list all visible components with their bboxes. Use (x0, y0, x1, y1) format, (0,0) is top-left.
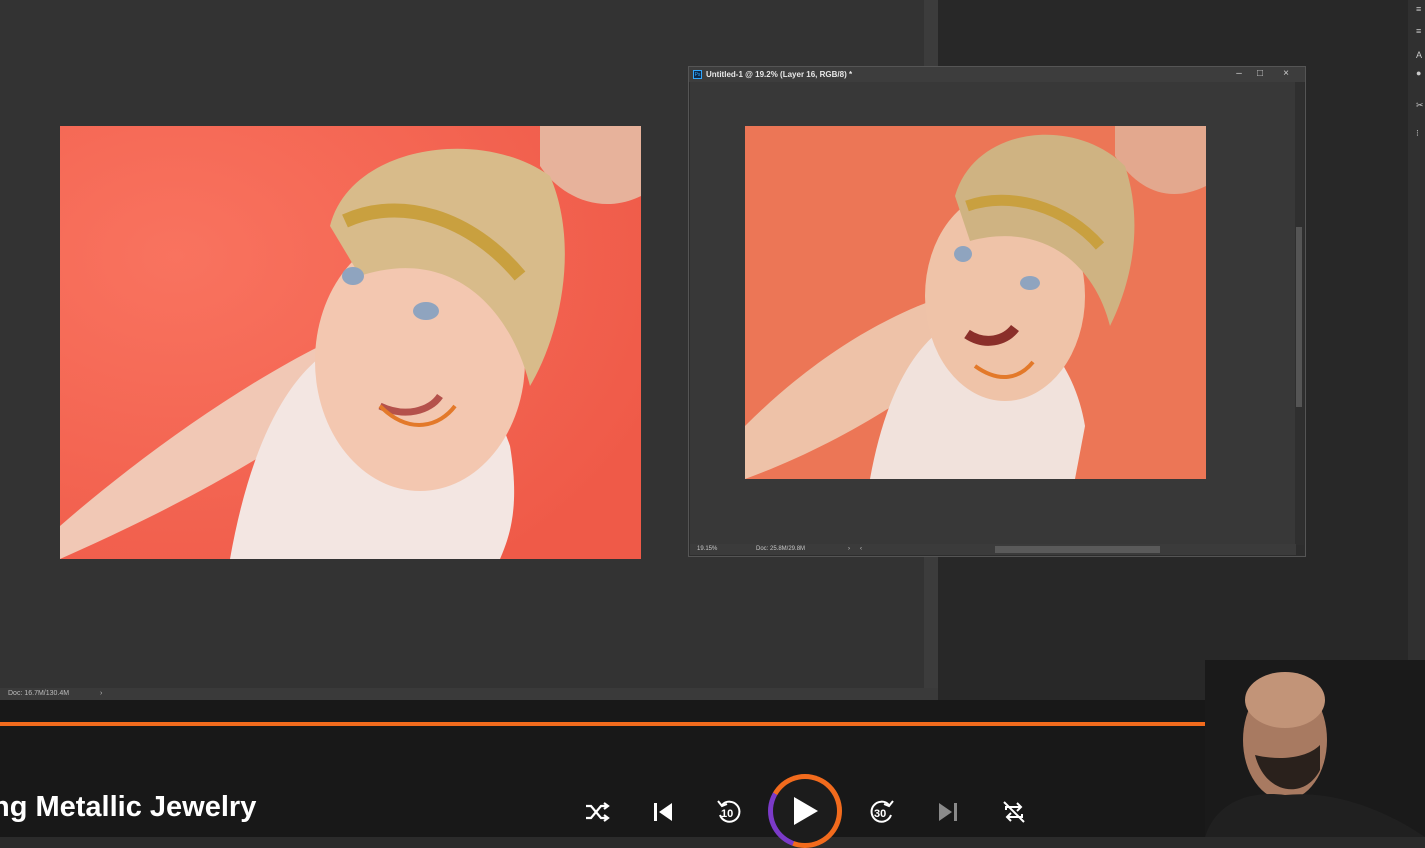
panel-tool-icon[interactable]: ≡ (1416, 4, 1421, 14)
document-vertical-scrollbar[interactable] (1295, 82, 1304, 545)
shuffle-button[interactable] (580, 795, 614, 829)
status-menu-arrow[interactable]: › (848, 544, 850, 555)
reference-photo (60, 126, 641, 559)
repeat-button[interactable] (997, 795, 1031, 829)
presenter-webcam (1205, 660, 1425, 837)
previous-icon (654, 803, 672, 821)
panel-tool-icon[interactable]: ● (1416, 68, 1421, 78)
panel-tool-icon[interactable]: ✂ (1416, 100, 1424, 111)
painted-result-photo (745, 126, 1206, 479)
main-doc-size: Doc: 16.7M/130.4M (8, 690, 70, 697)
panel-tool-icon[interactable]: A (1416, 50, 1422, 60)
main-status-bar: Doc: 16.7M/130.4M › (0, 688, 938, 700)
rewind-seconds: 10 (721, 808, 734, 820)
document-titlebar[interactable]: Ps Untitled-1 @ 19.2% (Layer 16, RGB/8) … (689, 67, 1305, 82)
document-status-bar: 19.15% Doc: 25.8M/29.8M › ‹ (690, 544, 1296, 555)
repeat-off-icon (1003, 801, 1025, 823)
next-icon (939, 803, 957, 821)
rewind-10-button[interactable]: 10 (712, 795, 746, 829)
horizontal-scrollbar-thumb[interactable] (995, 546, 1160, 553)
forward-seconds: 30 (874, 808, 887, 820)
zoom-level[interactable]: 19.15% (697, 544, 717, 555)
play-icon (794, 797, 818, 825)
panel-tool-icon[interactable]: ≡ (1416, 26, 1421, 36)
scrollbar-thumb[interactable] (1296, 227, 1302, 407)
next-button[interactable] (931, 795, 965, 829)
document-title: Untitled-1 @ 19.2% (Layer 16, RGB/8) * (706, 70, 853, 79)
close-button[interactable]: × (1278, 67, 1294, 81)
forward-30-button[interactable]: 30 (865, 795, 899, 829)
photoshop-icon: Ps (693, 70, 702, 79)
scroll-left-arrow[interactable]: ‹ (860, 544, 862, 555)
panel-tool-icon[interactable]: ⁝ (1416, 128, 1419, 139)
minimize-button[interactable]: – (1231, 67, 1247, 81)
maximize-button[interactable]: □ (1252, 67, 1268, 81)
main-status-arrow[interactable]: › (100, 688, 102, 700)
shuffle-icon (586, 802, 610, 822)
play-button[interactable] (773, 779, 837, 843)
video-title: ng Metallic Jewelry (0, 791, 257, 823)
document-size: Doc: 25.8M/29.8M (756, 546, 806, 552)
previous-button[interactable] (646, 795, 680, 829)
